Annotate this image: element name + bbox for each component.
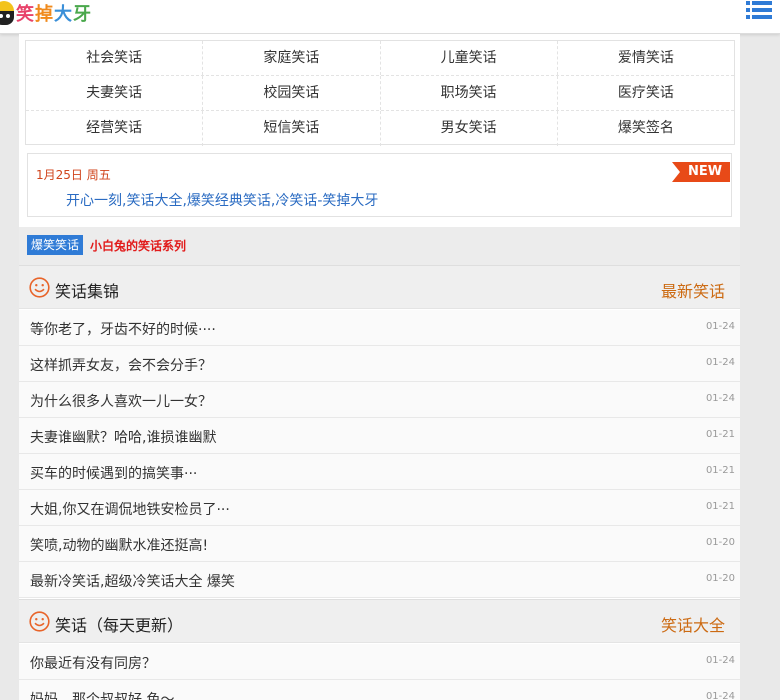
main-content: 社会笑话 家庭笑话 儿童笑话 爱情笑话 夫妻笑话 校园笑话 职场笑话 医疗笑话 … xyxy=(19,34,740,700)
category-link[interactable]: 家庭笑话 xyxy=(203,41,381,75)
notice-date: 1月25日 周五 xyxy=(36,168,111,182)
logo-text: 笑掉大牙 xyxy=(16,0,92,26)
category-link[interactable]: 社会笑话 xyxy=(26,41,204,75)
item-date: 01-24 xyxy=(705,691,735,700)
strip-link[interactable]: 小白兔的笑话系列 xyxy=(90,237,186,254)
section-more-link[interactable]: 最新笑话 xyxy=(661,278,725,302)
item-title[interactable]: 笑喷,动物的幽默水准还挺高! xyxy=(30,535,208,555)
list-item[interactable]: 买车的时候遇到的搞笑事··· 01-21 xyxy=(19,454,740,490)
category-row: 社会笑话 家庭笑话 儿童笑话 爱情笑话 xyxy=(26,41,734,76)
category-link[interactable]: 爆笑签名 xyxy=(558,111,734,146)
strip-tag[interactable]: 爆笑笑话 xyxy=(27,235,84,255)
section-title: 笑话集锦 xyxy=(55,282,120,301)
item-title[interactable]: 这样抓弄女友，会不会分手？ xyxy=(30,355,212,375)
list-item[interactable]: 夫妻谁幽默？哈哈,谁损谁幽默 01-21 xyxy=(19,418,740,454)
category-link[interactable]: 职场笑话 xyxy=(381,76,558,110)
item-date: 01-20 xyxy=(705,573,735,584)
item-title[interactable]: 为什么很多人喜欢一儿一女？ xyxy=(30,391,212,411)
notice-box: 1月25日 周五 开心一刻,笑话大全,爆笑经典笑话,冷笑话-笑掉大牙 NEW xyxy=(27,153,732,217)
category-link[interactable]: 儿童笑话 xyxy=(381,41,558,75)
item-date: 01-21 xyxy=(705,465,735,476)
list-item[interactable]: 为什么很多人喜欢一儿一女？ 01-24 xyxy=(19,382,740,418)
logo-char: 牙 xyxy=(73,4,92,25)
item-title[interactable]: 你最近有没有同房？ xyxy=(30,653,156,673)
item-title[interactable]: 夫妻谁幽默？哈哈,谁损谁幽默 xyxy=(30,427,216,447)
top-header: 笑掉大牙 xyxy=(0,0,780,34)
list-item[interactable]: 你最近有没有同房？ 01-24 xyxy=(19,644,740,680)
list-item[interactable]: 最新冷笑话,超级冷笑话大全 爆笑 01-20 xyxy=(19,562,740,598)
category-link[interactable]: 短信笑话 xyxy=(203,111,381,146)
new-badge: NEW xyxy=(672,162,730,182)
item-date: 01-24 xyxy=(705,321,735,332)
item-title[interactable]: 大姐,你又在调侃地铁安检员了··· xyxy=(30,499,230,519)
site-logo[interactable]: 笑掉大牙 xyxy=(0,0,92,26)
logo-mascot-icon xyxy=(0,0,16,26)
smile-icon xyxy=(29,277,50,298)
category-link[interactable]: 医疗笑话 xyxy=(558,76,734,110)
logo-char: 大 xyxy=(54,4,73,25)
category-link[interactable]: 夫妻笑话 xyxy=(26,76,204,110)
category-link[interactable]: 经营笑话 xyxy=(26,111,204,146)
logo-char: 掉 xyxy=(35,4,54,25)
list-item[interactable]: 等你老了，牙齿不好的时候···· 01-24 xyxy=(19,310,740,346)
category-link[interactable]: 校园笑话 xyxy=(203,76,381,110)
category-link[interactable]: 男女笑话 xyxy=(381,111,558,146)
item-title[interactable]: 等你老了，牙齿不好的时候···· xyxy=(30,319,216,339)
item-date: 01-24 xyxy=(705,357,735,368)
list-item[interactable]: 这样抓弄女友，会不会分手？ 01-24 xyxy=(19,346,740,382)
list-item[interactable]: 笑喷,动物的幽默水准还挺高! 01-20 xyxy=(19,526,740,562)
item-date: 01-21 xyxy=(705,429,735,440)
section-title: 笑话（每天更新） xyxy=(55,616,184,635)
item-title[interactable]: 妈妈，那个叔叔好 色～ xyxy=(30,689,174,700)
promo-strip: 爆笑笑话 小白兔的笑话系列 xyxy=(19,227,740,265)
menu-icon[interactable] xyxy=(746,0,772,24)
category-row: 经营笑话 短信笑话 男女笑话 爆笑签名 xyxy=(26,111,734,146)
item-title[interactable]: 买车的时候遇到的搞笑事··· xyxy=(30,463,197,483)
smile-icon xyxy=(29,611,50,632)
item-title[interactable]: 最新冷笑话,超级冷笑话大全 爆笑 xyxy=(30,571,235,591)
list-item[interactable]: 妈妈，那个叔叔好 色～ 01-24 xyxy=(19,680,740,700)
category-link[interactable]: 爱情笑话 xyxy=(558,41,734,75)
logo-char: 笑 xyxy=(16,4,35,25)
category-grid: 社会笑话 家庭笑话 儿童笑话 爱情笑话 夫妻笑话 校园笑话 职场笑话 医疗笑话 … xyxy=(25,40,735,146)
item-date: 01-20 xyxy=(705,537,735,548)
section-header: 笑话（每天更新） 笑话大全 xyxy=(19,599,740,643)
item-date: 01-24 xyxy=(705,655,735,666)
list-item[interactable]: 大姐,你又在调侃地铁安检员了··· 01-21 xyxy=(19,490,740,526)
category-row: 夫妻笑话 校园笑话 职场笑话 医疗笑话 xyxy=(26,76,734,111)
section-more-link[interactable]: 笑话大全 xyxy=(661,612,725,636)
section-header: 笑话集锦 最新笑话 xyxy=(19,265,740,309)
joke-list: 等你老了，牙齿不好的时候···· 01-24 这样抓弄女友，会不会分手？ 01-24… xyxy=(19,310,740,598)
notice-link[interactable]: 开心一刻,笑话大全,爆笑经典笑话,冷笑话-笑掉大牙 xyxy=(66,190,378,210)
item-date: 01-24 xyxy=(705,393,735,404)
joke-list: 你最近有没有同房？ 01-24 妈妈，那个叔叔好 色～ 01-24 xyxy=(19,644,740,700)
item-date: 01-21 xyxy=(705,501,735,512)
